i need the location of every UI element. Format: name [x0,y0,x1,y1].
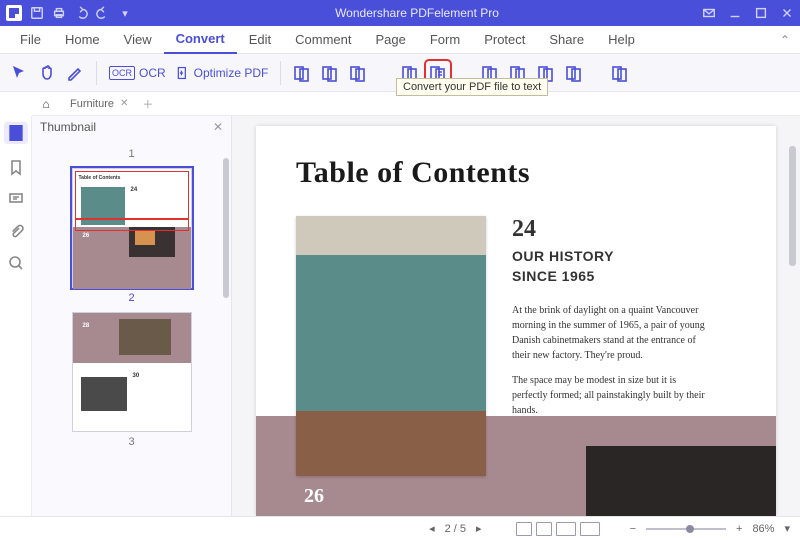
print-icon[interactable] [52,6,66,20]
zoom-in-icon[interactable]: + [736,523,742,535]
save-icon[interactable] [30,6,44,20]
zoom-slider[interactable] [646,528,726,530]
view-facing-icon[interactable] [556,522,576,536]
view-facing-cont-icon[interactable] [580,522,600,536]
view-single-icon[interactable] [516,522,532,536]
body-text: The space may be modest in size but it i… [512,373,712,418]
panel-title: Thumbnail [40,120,96,134]
ocr-button[interactable]: OCROCR [107,66,168,80]
to-other-icon[interactable] [609,62,631,84]
to-ppt-icon[interactable] [347,62,369,84]
to-word-icon[interactable] [291,62,313,84]
thumbnail-scrollbar[interactable] [223,158,229,298]
menu-home[interactable]: Home [53,26,112,54]
page-indicator: 2 / 5 [445,523,466,535]
collapse-ribbon-icon[interactable]: ⌃ [780,33,790,47]
document-canvas[interactable]: Table of Contents 24 OUR HISTORYSINCE 19… [232,116,800,516]
optimize-pdf-button[interactable]: Optimize PDF [174,66,271,80]
page-heading: Table of Contents [296,156,736,190]
tab-close-icon[interactable]: ✕ [120,98,128,109]
zoom-value: 86% [752,523,774,535]
next-page-icon[interactable]: ▸ [476,522,482,535]
page-number-label: 3 [42,436,221,448]
maximize-icon[interactable] [754,6,768,20]
section-title: OUR HISTORYSINCE 1965 [512,247,712,287]
menubar: File Home View Convert Edit Comment Page… [0,26,800,54]
select-tool-icon[interactable] [8,62,30,84]
attachments-icon[interactable] [7,222,25,240]
thumbnail-page-2[interactable]: 28 30 [72,312,192,432]
zoom-dropdown-icon[interactable]: ▾ [784,522,790,535]
to-excel-icon[interactable] [319,62,341,84]
left-toolstrip [0,116,32,516]
menu-view[interactable]: View [112,26,164,54]
thumbnail-panel: Thumbnail ✕ 1 Table of Contents 24 26 2 [32,116,232,516]
page-number-label: 1 [42,148,221,160]
section-number: 26 [304,485,324,508]
quickaccess-dropdown-icon[interactable]: ▾ [118,6,132,20]
thumbnails-icon[interactable] [4,122,28,144]
search-panel-icon[interactable] [7,254,25,272]
menu-help[interactable]: Help [596,26,647,54]
redo-icon[interactable] [96,6,110,20]
section-number: 24 [512,216,712,243]
app-logo-icon [6,5,22,21]
menu-convert[interactable]: Convert [164,26,237,54]
titlebar: ▾ Wondershare PDFelement Pro [0,0,800,26]
page-view: Table of Contents 24 OUR HISTORYSINCE 19… [256,126,776,516]
panel-close-icon[interactable]: ✕ [213,120,223,134]
prev-page-icon[interactable]: ◂ [429,522,435,535]
zoom-out-icon[interactable]: − [630,523,636,535]
content-image [296,216,486,476]
canvas-scrollbar[interactable] [789,146,796,266]
window-title: Wondershare PDFelement Pro [132,6,702,20]
view-mode-group [516,522,600,536]
menu-page[interactable]: Page [363,26,417,54]
undo-icon[interactable] [74,6,88,20]
body-text: At the brink of daylight on a quaint Van… [512,303,712,363]
menu-share[interactable]: Share [537,26,596,54]
new-tab-icon[interactable]: ＋ [142,96,153,112]
thumbnail-page-1[interactable]: Table of Contents 24 26 [72,168,192,288]
menu-comment[interactable]: Comment [283,26,363,54]
tab-furniture[interactable]: Furniture✕ [62,92,136,116]
close-icon[interactable] [780,6,794,20]
menu-file[interactable]: File [8,26,53,54]
page-number-label: 2 [42,292,221,304]
mail-icon[interactable] [702,6,716,20]
comments-icon[interactable] [7,190,25,208]
menu-edit[interactable]: Edit [237,26,283,54]
content-image-dark [586,446,776,516]
view-continuous-icon[interactable] [536,522,552,536]
edit-tool-icon[interactable] [64,62,86,84]
to-pdfa-icon[interactable] [563,62,585,84]
tooltip: Convert your PDF file to text [396,78,548,96]
home-tab-icon[interactable]: ⌂ [36,97,56,111]
menu-form[interactable]: Form [418,26,472,54]
hand-tool-icon[interactable] [36,62,58,84]
menu-protect[interactable]: Protect [472,26,537,54]
statusbar: ◂ 2 / 5 ▸ − + 86% ▾ [0,516,800,540]
bookmarks-icon[interactable] [7,158,25,176]
minimize-icon[interactable] [728,6,742,20]
